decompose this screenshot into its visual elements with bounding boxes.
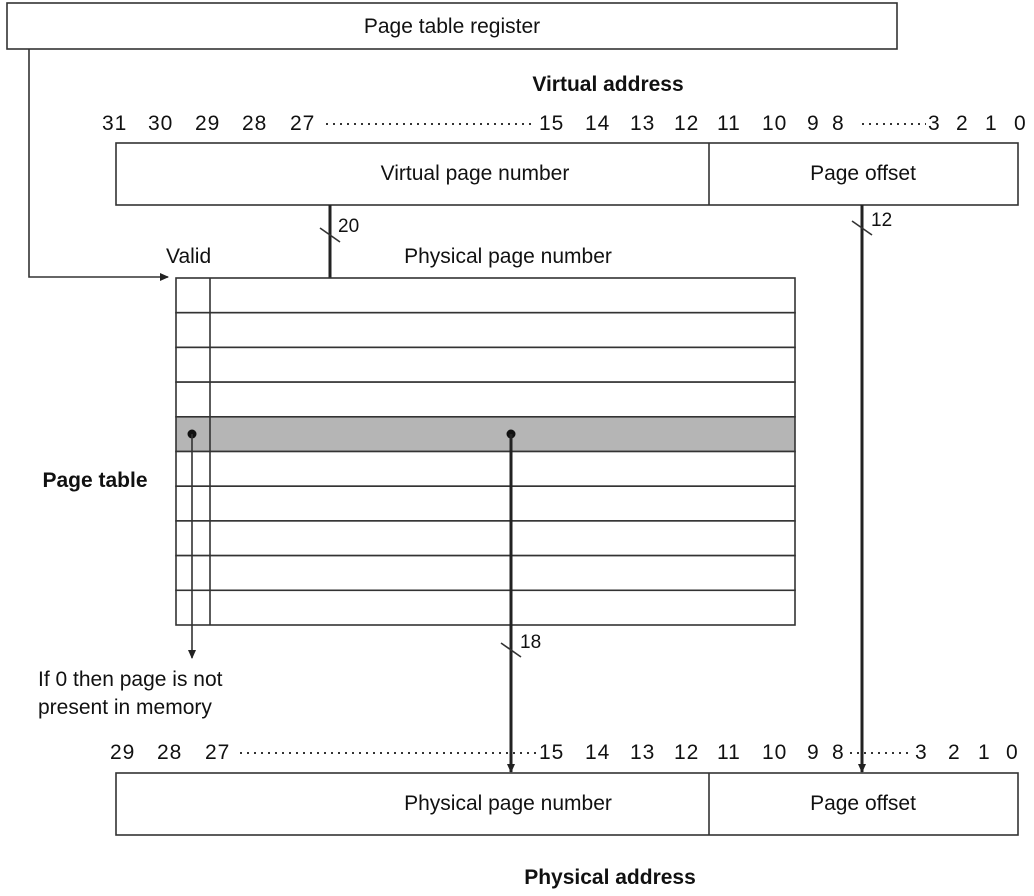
page-table-row <box>175 381 796 418</box>
pbit-15: 15 <box>539 741 564 764</box>
vbit-28: 28 <box>242 112 267 135</box>
ppn-column-header: Physical page number <box>404 245 612 268</box>
vbit-3: 3 <box>928 112 941 135</box>
vbit-30: 30 <box>148 112 173 135</box>
virtual-address: Virtual address 31 30 29 28 27 15 14 13 … <box>102 73 1027 206</box>
valid-column-header: Valid <box>166 245 211 268</box>
vbit-31: 31 <box>102 112 127 135</box>
invalid-page-note-line2: present in memory <box>38 696 212 719</box>
virtual-page-offset-field: Page offset <box>810 162 916 185</box>
page-table-row <box>175 554 796 592</box>
page-table-diagram: Page table register Virtual address 31 3… <box>6 2 1027 889</box>
vbit-0: 0 <box>1014 112 1027 135</box>
vbit-11: 11 <box>717 112 741 135</box>
pbit-9: 9 <box>807 741 820 764</box>
pbit-1: 1 <box>978 741 991 764</box>
virtual-bit-numbers: 31 30 29 28 27 15 14 13 12 11 10 9 8 3 2… <box>102 112 1027 135</box>
pbit-27: 27 <box>205 741 230 764</box>
offset-width-label: 12 <box>871 210 892 231</box>
vbit-12: 12 <box>674 112 699 135</box>
pbit-3: 3 <box>915 741 928 764</box>
invalid-page-note-line1: If 0 then page is not <box>38 668 223 691</box>
vbit-15: 15 <box>539 112 564 135</box>
vpn-width-label: 20 <box>338 216 359 237</box>
vbit-14: 14 <box>585 112 610 135</box>
page-table-row <box>175 589 796 626</box>
vbit-27: 27 <box>290 112 315 135</box>
vbit-8: 8 <box>832 112 845 135</box>
pbit-13: 13 <box>630 741 655 764</box>
virtual-page-number-field: Virtual page number <box>381 162 570 185</box>
page-table-row <box>175 277 796 314</box>
pbit-2: 2 <box>948 741 961 764</box>
ppn-width-label: 18 <box>520 632 541 653</box>
pbit-12: 12 <box>674 741 699 764</box>
vbit-13: 13 <box>630 112 655 135</box>
page-table-row <box>175 485 796 522</box>
vbit-29: 29 <box>195 112 220 135</box>
page-table-row <box>175 346 796 383</box>
virtual-address-title: Virtual address <box>532 73 683 96</box>
pbit-8: 8 <box>832 741 845 764</box>
page-table-row-selected <box>175 415 796 453</box>
pbit-0: 0 <box>1006 741 1019 764</box>
page-table-row <box>175 311 796 349</box>
pbit-28: 28 <box>157 741 182 764</box>
vbit-10: 10 <box>762 112 787 135</box>
page-table <box>175 277 796 626</box>
vbit-1: 1 <box>985 112 998 135</box>
vbit-2: 2 <box>956 112 969 135</box>
page-table-row <box>175 520 796 557</box>
offset-pass-through-arrow: 12 <box>851 205 892 773</box>
physical-page-number-field: Physical page number <box>404 792 612 815</box>
page-table-label: Page table <box>42 469 147 492</box>
physical-address-title: Physical address <box>524 866 696 889</box>
physical-bit-numbers: 29 28 27 15 14 13 12 11 10 9 8 3 2 1 0 <box>110 741 1019 764</box>
page-table-row <box>175 450 796 488</box>
vbit-9: 9 <box>807 112 820 135</box>
page-table-register: Page table register <box>6 2 898 50</box>
pbit-29: 29 <box>110 741 135 764</box>
page-table-register-label: Page table register <box>364 15 540 38</box>
pbit-14: 14 <box>585 741 610 764</box>
pbit-10: 10 <box>762 741 787 764</box>
pbit-11: 11 <box>717 741 741 764</box>
physical-page-offset-field: Page offset <box>810 792 916 815</box>
physical-address: 29 28 27 15 14 13 12 11 10 9 8 3 2 1 0 P… <box>110 741 1019 889</box>
